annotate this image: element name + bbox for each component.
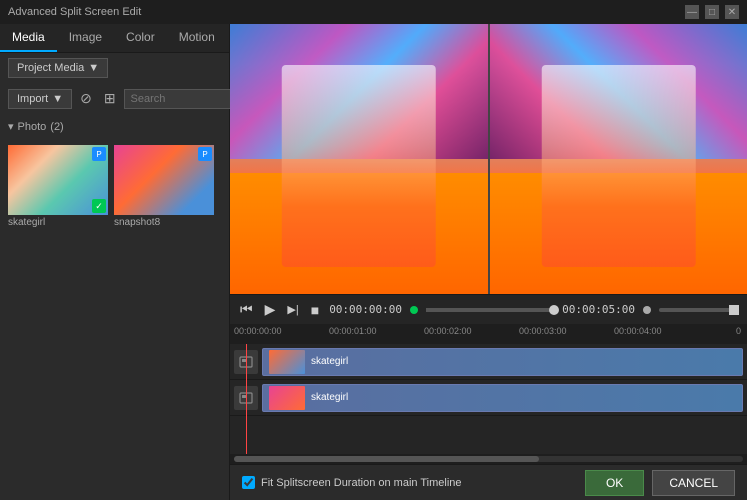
table-row: skategirl — [230, 380, 747, 416]
clip-label: skategirl — [311, 392, 348, 403]
media-toolbar: Project Media ▼ — [0, 53, 229, 83]
close-button[interactable]: ✕ — [725, 5, 739, 19]
ruler-mark: 00:00:04:00 — [614, 326, 662, 336]
minimize-button[interactable]: — — [685, 5, 699, 19]
timeline-scrollbar[interactable] — [230, 454, 747, 464]
chevron-down-icon: ▼ — [88, 62, 99, 74]
rewind-button[interactable]: ⏮ — [238, 299, 255, 320]
stop-button[interactable]: ■ — [309, 300, 321, 320]
timeline-area: 00:00:00:00 00:00:01:00 00:00:02:00 00:0… — [230, 324, 747, 464]
end-dot — [643, 306, 651, 314]
media-item-label: snapshot8 — [114, 217, 160, 228]
play-button[interactable]: ▶ — [263, 299, 278, 320]
type-badge: P — [92, 147, 106, 161]
fit-duration-checkbox[interactable] — [242, 476, 255, 489]
ruler-mark: 00:00:00:00 — [234, 326, 282, 336]
zoom-slider[interactable] — [659, 308, 739, 312]
type-badge: P — [198, 147, 212, 161]
photo-section: ▾ Photo (2) — [0, 114, 229, 145]
section-count: (2) — [50, 121, 63, 133]
bottom-bar: Fit Splitscreen Duration on main Timelin… — [230, 464, 747, 500]
ruler-mark: 00:00:03:00 — [519, 326, 567, 336]
tab-motion[interactable]: Motion — [167, 24, 227, 52]
thumbnail-snapshot8: P — [114, 145, 214, 215]
window-controls: — □ ✕ — [685, 5, 739, 19]
media-item-label: skategirl — [8, 217, 45, 228]
zoom-handle[interactable] — [729, 305, 739, 315]
maximize-button[interactable]: □ — [705, 5, 719, 19]
section-header[interactable]: ▾ Photo (2) — [8, 120, 221, 133]
ruler-mark: 0 — [736, 326, 741, 336]
tab-image[interactable]: Image — [57, 24, 114, 52]
scrollbar-track — [234, 456, 743, 462]
window-title: Advanced Split Screen Edit — [8, 6, 141, 18]
fit-duration-label: Fit Splitscreen Duration on main Timelin… — [261, 477, 462, 489]
tab-media[interactable]: Media — [0, 24, 57, 52]
clip-label: skategirl — [311, 356, 348, 367]
chevron-down-icon: ▾ — [8, 120, 14, 133]
preview-left — [230, 24, 490, 294]
track-icon — [234, 386, 258, 410]
preview-right — [490, 24, 747, 294]
fit-duration-checkbox-label[interactable]: Fit Splitscreen Duration on main Timelin… — [242, 476, 462, 489]
ok-button[interactable]: OK — [585, 470, 644, 496]
bottom-buttons: OK CANCEL — [585, 470, 735, 496]
timeline-ruler: 00:00:00:00 00:00:01:00 00:00:02:00 00:0… — [230, 324, 747, 344]
step-forward-button[interactable]: ▶| — [285, 301, 300, 318]
progress-handle[interactable] — [549, 305, 559, 315]
main-layout: Media Image Color Motion Project Media ▼… — [0, 24, 747, 500]
section-label: Photo — [18, 121, 47, 133]
tab-color[interactable]: Color — [114, 24, 167, 52]
table-row: skategirl — [230, 344, 747, 380]
time-current: 00:00:00:00 — [329, 303, 402, 316]
track-clip[interactable]: skategirl — [262, 384, 743, 412]
playback-controls: ⏮ ▶ ▶| ■ 00:00:00:00 00:00:05:00 — [230, 294, 747, 324]
title-bar: Advanced Split Screen Edit — □ ✕ — [0, 0, 747, 24]
list-item[interactable]: P snapshot8 — [114, 145, 214, 228]
right-panel: ⏮ ▶ ▶| ■ 00:00:00:00 00:00:05:00 00:00:0… — [230, 24, 747, 500]
ruler-mark: 00:00:01:00 — [329, 326, 377, 336]
preview-area — [230, 24, 747, 294]
preview-split — [230, 24, 747, 294]
left-panel: Media Image Color Motion Project Media ▼… — [0, 24, 230, 500]
record-dot — [410, 306, 418, 314]
list-item[interactable]: P ✓ skategirl — [8, 145, 108, 228]
track-clip[interactable]: skategirl — [262, 348, 743, 376]
filter-icon[interactable]: ⊘ — [76, 88, 96, 109]
thumbnail-skategirl: P ✓ — [8, 145, 108, 215]
track-icon — [234, 350, 258, 374]
playback-progress[interactable] — [426, 308, 554, 312]
ruler-marks: 00:00:00:00 00:00:01:00 00:00:02:00 00:0… — [234, 324, 743, 344]
grid-icon[interactable]: ⊞ — [100, 88, 120, 109]
ruler-mark: 00:00:02:00 — [424, 326, 472, 336]
chevron-down-icon: ▼ — [52, 93, 63, 105]
cancel-button[interactable]: CANCEL — [652, 470, 735, 496]
thumbnails-grid: P ✓ skategirl P snapshot8 — [0, 145, 229, 228]
clip-thumbnail — [269, 350, 305, 374]
timeline-tracks: skategirl skategirl — [230, 344, 747, 454]
project-media-dropdown[interactable]: Project Media ▼ — [8, 58, 108, 78]
tab-bar: Media Image Color Motion — [0, 24, 229, 53]
clip-thumbnail — [269, 386, 305, 410]
scrollbar-thumb[interactable] — [234, 456, 539, 462]
import-toolbar: Import ▼ ⊘ ⊞ 🔍 — [0, 83, 229, 114]
check-badge: ✓ — [92, 199, 106, 213]
time-total: 00:00:05:00 — [562, 303, 635, 316]
import-button[interactable]: Import ▼ — [8, 89, 72, 109]
